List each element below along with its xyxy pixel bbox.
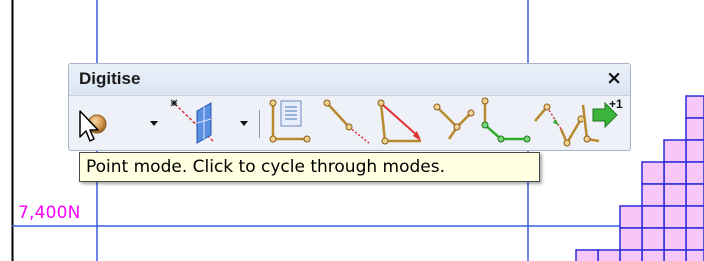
digitise-join-icon [534, 103, 583, 147]
digitise-line-button[interactable] [321, 97, 377, 147]
point-mode-button[interactable] [73, 97, 125, 147]
digitise-join-button[interactable] [531, 97, 583, 147]
digitise-tee-icon [433, 103, 475, 140]
string-properties-icon [269, 99, 311, 143]
close-button[interactable]: × [606, 67, 622, 89]
digitise-line-icon [323, 99, 370, 144]
snap-plane-icon [170, 99, 214, 144]
string-properties-button[interactable] [265, 97, 317, 147]
toolbar-title-bar[interactable]: Digitise × [69, 64, 630, 96]
toolbar-separator [259, 110, 260, 138]
point-mode-icon [79, 110, 107, 142]
digitise-closed-line-icon [377, 99, 421, 145]
increment-string-button[interactable]: +1 [579, 97, 631, 147]
digitise-toolbar: Digitise × +1 [68, 63, 631, 151]
increment-badge: +1 [609, 97, 623, 111]
snap-plane-button[interactable] [167, 97, 223, 147]
digitise-green-string-icon [481, 97, 531, 143]
digitise-tee-button[interactable] [429, 97, 481, 147]
digitise-green-string-button[interactable] [477, 97, 533, 147]
point-mode-dropdown-arrow-icon[interactable] [147, 116, 161, 130]
northing-label: 7,400N [18, 203, 81, 223]
digitise-closed-line-button[interactable] [375, 97, 431, 147]
increment-string-icon [581, 101, 618, 143]
toolbar-title: Digitise [79, 69, 141, 88]
snap-plane-dropdown-arrow-icon[interactable] [237, 116, 251, 130]
point-mode-tooltip: Point mode. Click to cycle through modes… [79, 152, 540, 182]
